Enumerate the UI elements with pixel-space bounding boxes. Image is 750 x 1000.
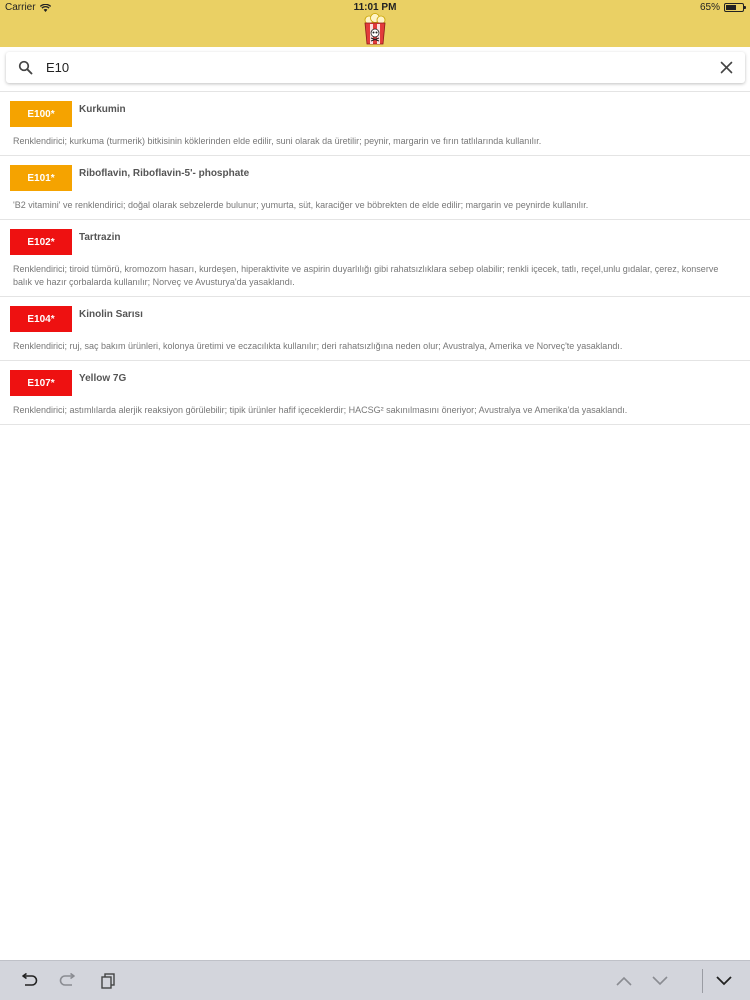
undo-icon [22,973,38,986]
search-icon [18,60,33,75]
app-screen: Carrier 11:01 PM 65% E10 E100* Kurkumin … [0,0,750,1000]
dismiss-keyboard-button[interactable] [714,971,734,991]
battery-icon [724,3,746,12]
additive-name: Riboflavin, Riboflavin-5'- phosphate [79,168,250,179]
popcorn-skull-logo-icon [364,13,386,45]
clock: 11:01 PM [353,2,397,13]
list-item[interactable]: E104* Kinolin Sarısı Renklendirici; ruj,… [0,296,750,360]
dismiss-keyboard-icon [716,976,732,986]
list-item[interactable]: E107* Yellow 7G Renklendirici; astımlıla… [0,360,750,425]
additive-list: E100* Kurkumin Renklendirici; kurkuma (t… [0,91,750,425]
app-header: Carrier 11:01 PM 65% [0,0,750,47]
additive-code-badge: E104* [10,306,72,332]
chevron-down-icon [652,976,668,986]
additive-name: Tartrazin [79,232,121,243]
next-field-button[interactable] [650,971,670,991]
paste-button[interactable] [98,971,118,991]
undo-button[interactable] [19,971,39,991]
additive-code-badge: E107* [10,370,72,396]
toolbar-divider [702,969,703,993]
additive-code-badge: E101* [10,165,72,191]
paste-icon [101,973,115,989]
battery-level [726,5,737,10]
battery-percent: 65% [699,2,720,13]
additive-description: Renklendirici; kurkuma (turmerik) bitkis… [13,136,542,146]
list-item[interactable]: E101* Riboflavin, Riboflavin-5'- phospha… [0,155,750,219]
close-icon[interactable] [720,61,733,74]
search-bar [6,52,745,83]
additive-code-badge: E100* [10,101,72,127]
additive-description: Renklendirici; ruj, saç bakım ürünleri, … [13,341,623,351]
additive-name: Kinolin Sarısı [79,309,143,320]
keyboard-toolbar [0,960,750,1000]
search-input[interactable] [46,55,686,80]
additive-description: Renklendirici; astımlılarda alerjik reak… [13,405,628,415]
previous-field-button[interactable] [614,971,634,991]
battery-group: 65% [699,2,746,13]
additive-code-badge: E102* [10,229,72,255]
list-item[interactable]: E102* Tartrazin Renklendirici; tiroid tü… [0,219,750,296]
additive-name: Yellow 7G [79,373,127,384]
list-item[interactable]: E100* Kurkumin Renklendirici; kurkuma (t… [0,91,750,155]
redo-button[interactable] [58,971,78,991]
chevron-up-icon [616,976,632,986]
additive-description: 'B2 vitamini' ve renklendirici; doğal ol… [13,200,589,210]
additive-description: Renklendirici; tiroid tümörü, kromozom h… [13,264,719,287]
additive-name: Kurkumin [79,104,126,115]
status-bar: Carrier 11:01 PM 65% [0,0,750,14]
redo-icon [59,973,75,986]
